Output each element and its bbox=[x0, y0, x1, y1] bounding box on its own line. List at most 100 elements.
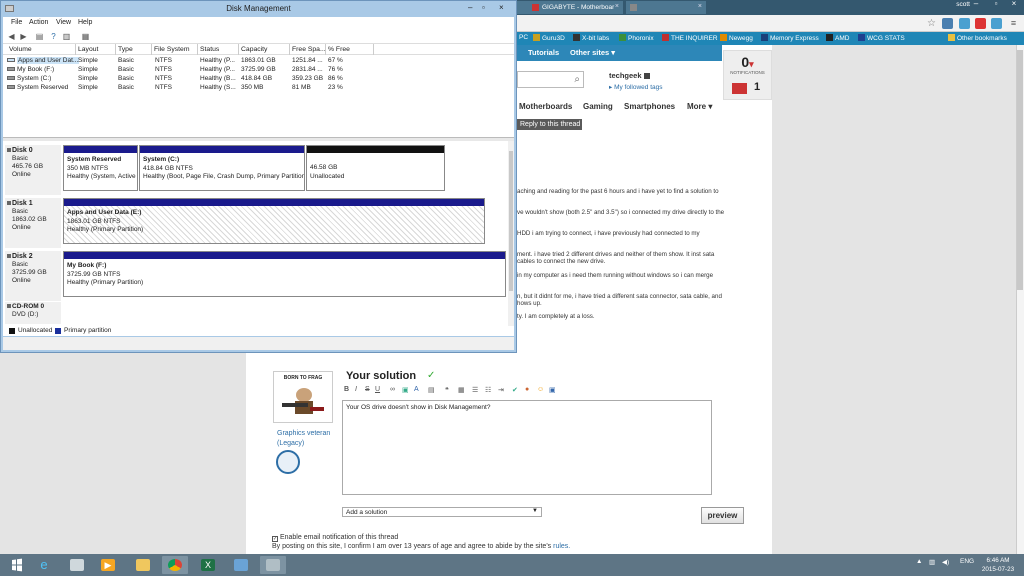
extension-icon[interactable] bbox=[942, 18, 953, 29]
rescan-disks-icon[interactable]: ▦ bbox=[81, 32, 90, 41]
emoji-icon[interactable]: ☺ bbox=[537, 386, 544, 393]
partition-system-c[interactable]: System (C:) 418.84 GB NTFS Healthy (Boot… bbox=[139, 145, 305, 191]
strikethrough-button[interactable]: S bbox=[365, 386, 370, 393]
tab-close-icon[interactable]: × bbox=[698, 3, 702, 10]
maximize-icon[interactable]: ▫ bbox=[482, 3, 485, 12]
close-icon[interactable]: × bbox=[499, 3, 504, 12]
tray-arrow-icon[interactable]: ▲ bbox=[916, 558, 922, 565]
col-status[interactable]: Status bbox=[200, 46, 219, 53]
avatar[interactable]: BORN TO FRAG bbox=[273, 371, 333, 423]
bookmark-inquirer[interactable]: THE INQUIRER bbox=[662, 34, 718, 42]
extension-icon[interactable] bbox=[975, 18, 986, 29]
username[interactable]: techgeek bbox=[609, 71, 663, 80]
quote-icon[interactable]: ❝ bbox=[445, 386, 449, 394]
spoiler-icon[interactable]: ▦ bbox=[458, 386, 465, 394]
disk-map-scrollbar-thumb[interactable] bbox=[509, 151, 513, 291]
preview-button[interactable]: preview bbox=[701, 507, 744, 524]
internet-explorer-button[interactable]: e bbox=[31, 556, 57, 574]
clock[interactable]: 6:46 AM 2015-07-23 bbox=[978, 556, 1018, 574]
partition-apps-and-user-data[interactable]: Apps and User Data (E:) 1863.01 GB NTFS … bbox=[63, 198, 485, 244]
bookmark-guru3d[interactable]: Guru3D bbox=[533, 34, 565, 42]
chrome-button[interactable] bbox=[162, 556, 188, 574]
cdrom-label[interactable]: CD-ROM 0 DVD (D:) bbox=[5, 302, 61, 324]
color-picker-icon[interactable]: ● bbox=[525, 386, 529, 393]
table-row[interactable]: System (C:) Simple Basic NTFS Healthy (B… bbox=[3, 74, 514, 83]
font-color-icon[interactable]: A bbox=[414, 386, 419, 393]
rules-link[interactable]: rules. bbox=[553, 543, 570, 550]
email-notify-option[interactable]: ✓ Enable email notification of this thre… bbox=[272, 534, 398, 542]
help-icon[interactable]: ? bbox=[49, 32, 58, 41]
partition-my-book[interactable]: My Book (F:) 3725.99 GB NTFS Healthy (Pr… bbox=[63, 251, 506, 297]
close-icon[interactable]: × bbox=[1004, 0, 1024, 10]
bookmark-memory-express[interactable]: Memory Express bbox=[761, 34, 819, 42]
back-arrow-icon[interactable]: ◀ bbox=[7, 32, 16, 41]
notifications-panel[interactable]: 0▾ NOTIFICATIONS 1 bbox=[723, 50, 772, 100]
table-row[interactable]: My Book (F:) Simple Basic NTFS Healthy (… bbox=[3, 65, 514, 74]
input-language[interactable]: ENG bbox=[960, 558, 974, 565]
forward-arrow-icon[interactable]: ▶ bbox=[19, 32, 28, 41]
network-button[interactable] bbox=[228, 556, 254, 574]
start-button[interactable] bbox=[4, 556, 30, 574]
cat-gaming[interactable]: Gaming bbox=[583, 102, 613, 111]
link-icon[interactable]: ∞ bbox=[390, 386, 395, 393]
disk-1-label[interactable]: Disk 1 Basic 1863.02 GB Online bbox=[5, 198, 61, 248]
media-icon[interactable]: ▣ bbox=[549, 386, 556, 394]
browser-tab-2[interactable]: × bbox=[626, 1, 706, 14]
disk-0-label[interactable]: Disk 0 Basic 465.76 GB Online bbox=[5, 145, 61, 195]
cat-motherboards[interactable]: Motherboards bbox=[519, 102, 572, 111]
menu-action[interactable]: Action bbox=[29, 19, 48, 26]
minimize-icon[interactable]: – bbox=[966, 0, 986, 10]
col-free-space[interactable]: Free Spa... bbox=[292, 46, 326, 53]
site-search-input[interactable]: ⌕ bbox=[517, 71, 584, 88]
disk-management-button[interactable] bbox=[260, 556, 286, 574]
tab-close-icon[interactable]: × bbox=[615, 3, 619, 10]
image-icon[interactable]: ▣ bbox=[402, 386, 409, 394]
col-capacity[interactable]: Capacity bbox=[241, 46, 267, 53]
folder-button[interactable] bbox=[130, 556, 156, 574]
bookmark-phoronix[interactable]: Phoronix bbox=[619, 34, 654, 42]
followed-tags-link[interactable]: ▸ My followed tags bbox=[609, 83, 663, 91]
media-player-button[interactable]: ▶ bbox=[95, 556, 121, 574]
numbered-list-icon[interactable]: ☷ bbox=[485, 386, 491, 394]
code-icon[interactable]: ▤ bbox=[428, 386, 435, 394]
file-manager-button[interactable] bbox=[64, 556, 90, 574]
disk-2-label[interactable]: Disk 2 Basic 3725.99 GB Online bbox=[5, 251, 61, 301]
menu-view[interactable]: View bbox=[56, 19, 71, 26]
col-percent-free[interactable]: % Free bbox=[328, 46, 350, 53]
col-file-system[interactable]: File System bbox=[154, 46, 190, 53]
indent-icon[interactable]: ⇥ bbox=[498, 386, 504, 394]
bullet-list-icon[interactable]: ☰ bbox=[472, 386, 478, 394]
table-row[interactable]: Apps and User Dat... Simple Basic NTFS H… bbox=[3, 56, 514, 65]
cat-more[interactable]: More ▾ bbox=[687, 102, 712, 111]
bookmark-wcg[interactable]: WCG STATS bbox=[858, 34, 905, 42]
properties-icon[interactable]: ▥ bbox=[62, 32, 71, 41]
menu-file[interactable]: File bbox=[11, 19, 22, 26]
browser-tab-gigabyte[interactable]: GIGABYTE - Motherboar × bbox=[528, 1, 623, 14]
chrome-menu-icon[interactable]: ≡ bbox=[1008, 18, 1019, 29]
bookmark-xbit[interactable]: X-bit labs bbox=[573, 34, 609, 42]
bookmark-newegg[interactable]: Newegg bbox=[720, 34, 753, 42]
italic-button[interactable]: I bbox=[355, 386, 357, 393]
checkmark-tool-icon[interactable]: ✔ bbox=[512, 386, 518, 394]
notify-checkbox[interactable]: ✓ bbox=[272, 536, 278, 542]
page-scrollbar-thumb[interactable] bbox=[1017, 50, 1023, 290]
cat-smartphones[interactable]: Smartphones bbox=[624, 102, 675, 111]
maximize-icon[interactable]: ▫ bbox=[986, 0, 1006, 10]
excel-button[interactable]: X bbox=[195, 556, 221, 574]
partition-system-reserved[interactable]: System Reserved 350 MB NTFS Healthy (Sys… bbox=[63, 145, 138, 191]
partition-unallocated[interactable]: 46.58 GB Unallocated bbox=[306, 145, 445, 191]
menu-help[interactable]: Help bbox=[78, 19, 92, 26]
col-volume[interactable]: Volume bbox=[9, 46, 32, 53]
bookmark-amd[interactable]: AMD bbox=[826, 34, 849, 42]
other-bookmarks[interactable]: Other bookmarks bbox=[948, 34, 1007, 42]
extension-icon[interactable] bbox=[959, 18, 970, 29]
bookmark-pc[interactable]: PC bbox=[519, 34, 528, 41]
add-solution-select[interactable]: Add a solution ▼ bbox=[342, 507, 542, 517]
console-tree-icon[interactable]: ▤ bbox=[35, 32, 44, 41]
nav-tutorials[interactable]: Tutorials bbox=[528, 48, 559, 57]
network-tray-icon[interactable]: ▥ bbox=[929, 558, 935, 566]
reply-thread-button[interactable]: Reply to this thread bbox=[517, 119, 582, 130]
bookmark-star-icon[interactable]: ☆ bbox=[926, 18, 937, 29]
search-icon[interactable]: ⌕ bbox=[574, 74, 580, 85]
disk-map-scrollbar[interactable] bbox=[508, 141, 514, 326]
